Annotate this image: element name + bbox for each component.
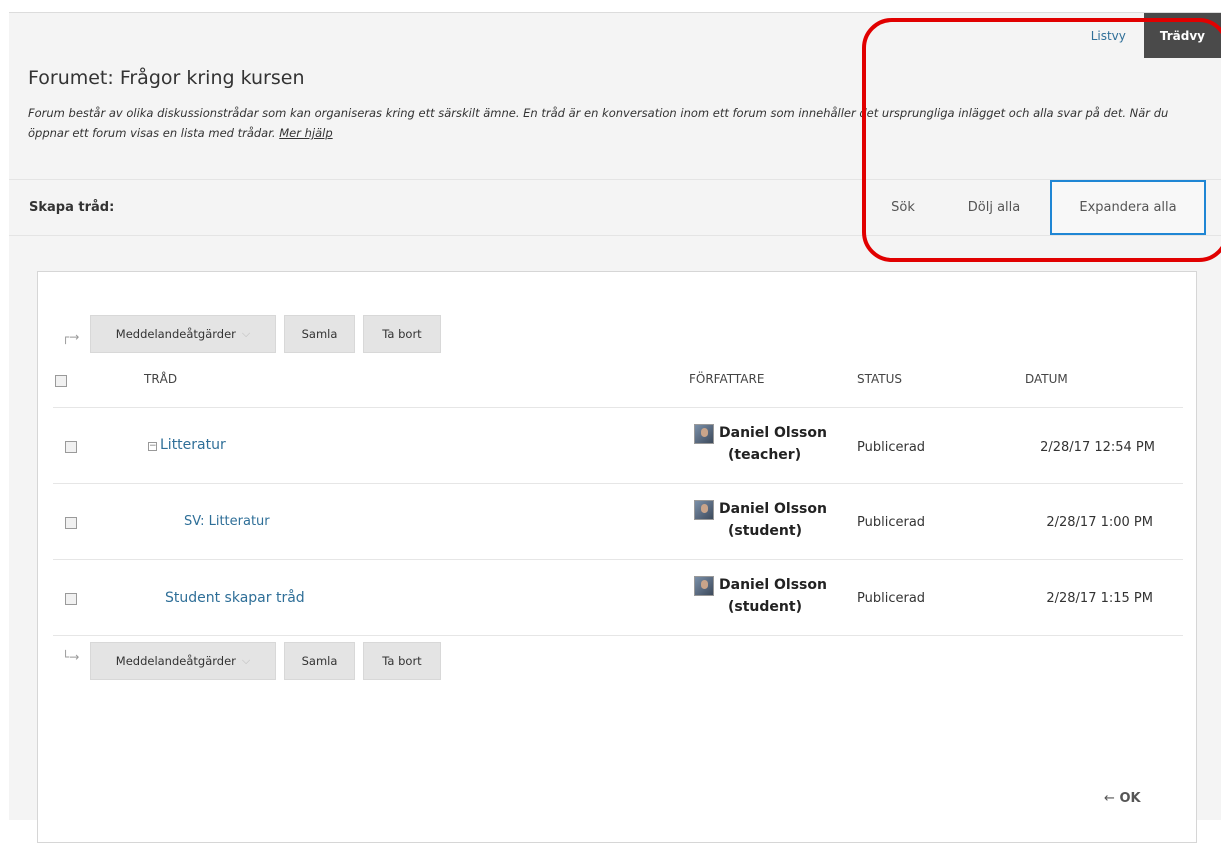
status: Publicerad	[857, 591, 926, 606]
tree-view-tab[interactable]: Trädvy	[1143, 13, 1221, 58]
thread-link[interactable]: Student skapar tråd	[165, 590, 305, 606]
row-divider	[53, 559, 1183, 560]
row-checkbox[interactable]	[65, 517, 77, 529]
create-thread-label: Skapa tråd:	[29, 200, 115, 215]
message-actions-button[interactable]: Meddelandeåtgärder ⌵	[90, 315, 276, 353]
row-divider	[53, 483, 1183, 484]
collect-button[interactable]: Samla	[284, 315, 355, 353]
row-divider	[53, 635, 1183, 636]
message-actions-label: Meddelandeåtgärder	[115, 654, 236, 668]
avatar	[694, 424, 714, 444]
message-actions-label: Meddelandeåtgärder	[115, 327, 236, 341]
author-name: Daniel Olsson	[719, 425, 827, 441]
left-arrow-icon: ←	[1104, 791, 1115, 806]
author-role: (student)	[728, 523, 802, 539]
column-header-thread[interactable]: TRÅD	[144, 372, 177, 386]
page-title: Forumet: Frågor kring kursen	[28, 67, 305, 89]
header-divider	[53, 407, 1183, 408]
expand-all-button[interactable]: Expandera alla	[1050, 180, 1206, 235]
delete-button[interactable]: Ta bort	[363, 642, 441, 680]
delete-button[interactable]: Ta bort	[363, 315, 441, 353]
view-toggle: Listvy Trädvy	[1073, 13, 1221, 58]
author: Daniel Olsson (student)	[719, 574, 827, 618]
search-button[interactable]: Sök	[877, 180, 929, 235]
date: 2/28/17 12:54 PM	[1040, 440, 1155, 455]
chevron-down-icon: ⌵	[241, 654, 251, 667]
action-bar: Skapa tråd: Sök Dölj alla Expandera alla	[9, 179, 1221, 236]
chevron-down-icon: ⌵	[241, 327, 251, 340]
bottom-toolbar: Meddelandeåtgärder ⌵ Samla Ta bort	[90, 642, 449, 680]
author: Daniel Olsson (teacher)	[719, 422, 827, 466]
ok-button[interactable]: ← OK	[1104, 791, 1141, 806]
tree-arrow-icon: ┌→	[62, 330, 80, 344]
ok-label: OK	[1119, 791, 1141, 806]
list-view-link[interactable]: Listvy	[1073, 13, 1144, 58]
collect-button[interactable]: Samla	[284, 642, 355, 680]
column-header-status[interactable]: STATUS	[857, 372, 902, 386]
thread-link[interactable]: SV: Litteratur	[184, 514, 270, 529]
top-toolbar: Meddelandeåtgärder ⌵ Samla Ta bort	[90, 315, 449, 353]
select-all-checkbox[interactable]	[55, 375, 67, 387]
avatar	[694, 576, 714, 596]
date: 2/28/17 1:00 PM	[1046, 515, 1153, 530]
forum-description: Forum består av olika diskussionstrådar …	[28, 103, 1198, 143]
column-header-date[interactable]: DATUM	[1025, 372, 1068, 386]
avatar	[694, 500, 714, 520]
more-help-link[interactable]: Mer hjälp	[279, 126, 332, 140]
message-actions-button[interactable]: Meddelandeåtgärder ⌵	[90, 642, 276, 680]
collapse-all-button[interactable]: Dölj alla	[955, 180, 1033, 235]
author-name: Daniel Olsson	[719, 577, 827, 593]
thread-link[interactable]: − Litteratur	[148, 437, 226, 453]
row-checkbox[interactable]	[65, 593, 77, 605]
column-header-author[interactable]: FÖRFATTARE	[689, 372, 764, 386]
forum-description-text: Forum består av olika diskussionstrådar …	[28, 106, 1169, 140]
date: 2/28/17 1:15 PM	[1046, 591, 1153, 606]
status: Publicerad	[857, 440, 926, 455]
thread-title: Litteratur	[160, 437, 226, 453]
thread-list-panel: ┌→ Meddelandeåtgärder ⌵ Samla Ta bort TR…	[37, 271, 1197, 843]
row-checkbox[interactable]	[65, 441, 77, 453]
forum-page: Listvy Trädvy Forumet: Frågor kring kurs…	[9, 12, 1221, 843]
collapse-icon[interactable]: −	[148, 442, 157, 451]
author-role: (student)	[728, 599, 802, 615]
status: Publicerad	[857, 515, 926, 530]
author: Daniel Olsson (student)	[719, 498, 827, 542]
author-role: (teacher)	[728, 447, 802, 463]
author-name: Daniel Olsson	[719, 501, 827, 517]
tree-arrow-icon: └→	[62, 650, 80, 664]
